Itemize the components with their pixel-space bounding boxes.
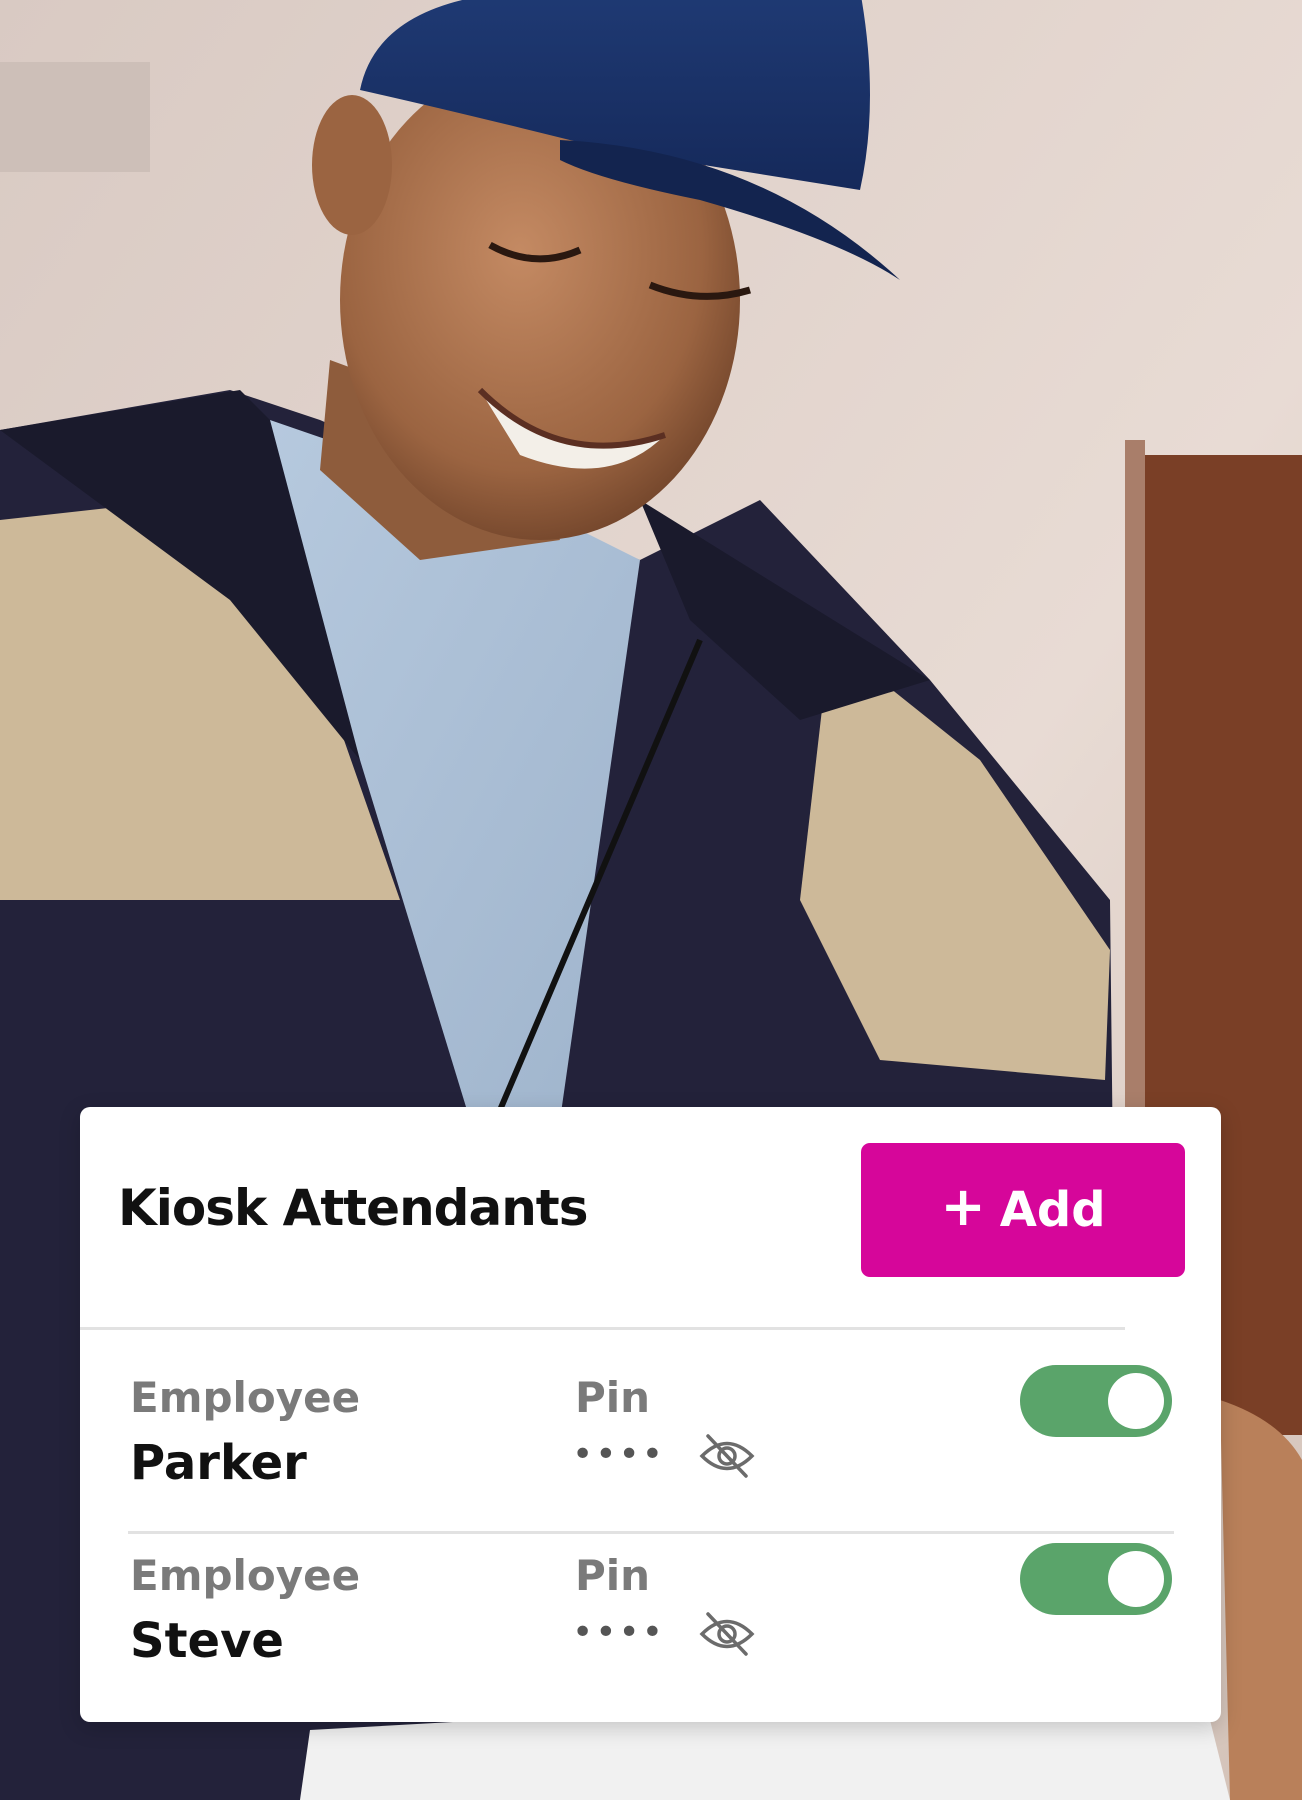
card-title: Kiosk Attendants [118, 1179, 588, 1237]
kiosk-attendants-card: Kiosk Attendants + Add Employee Parker P… [80, 1107, 1221, 1722]
attendant-row: Employee Steve Pin •••• [80, 1543, 1221, 1725]
header-divider [80, 1327, 1125, 1330]
add-button-label: Add [999, 1182, 1106, 1238]
pin-column-label: Pin [575, 1551, 651, 1600]
masked-pin: •••• [572, 1434, 665, 1475]
enabled-toggle[interactable] [1020, 1365, 1172, 1437]
attendant-row: Employee Parker Pin •••• [80, 1365, 1221, 1547]
eye-off-icon[interactable] [698, 1431, 756, 1481]
employee-column-label: Employee [130, 1551, 361, 1600]
toggle-knob [1108, 1373, 1164, 1429]
employee-name: Parker [130, 1435, 307, 1491]
employee-name: Steve [130, 1613, 284, 1669]
toggle-knob [1108, 1551, 1164, 1607]
add-attendant-button[interactable]: + Add [861, 1143, 1185, 1277]
plus-icon: + [940, 1175, 986, 1238]
row-divider [128, 1531, 1174, 1534]
enabled-toggle[interactable] [1020, 1543, 1172, 1615]
eye-off-icon[interactable] [698, 1609, 756, 1659]
employee-column-label: Employee [130, 1373, 361, 1422]
masked-pin: •••• [572, 1612, 665, 1653]
pin-column-label: Pin [575, 1373, 651, 1422]
